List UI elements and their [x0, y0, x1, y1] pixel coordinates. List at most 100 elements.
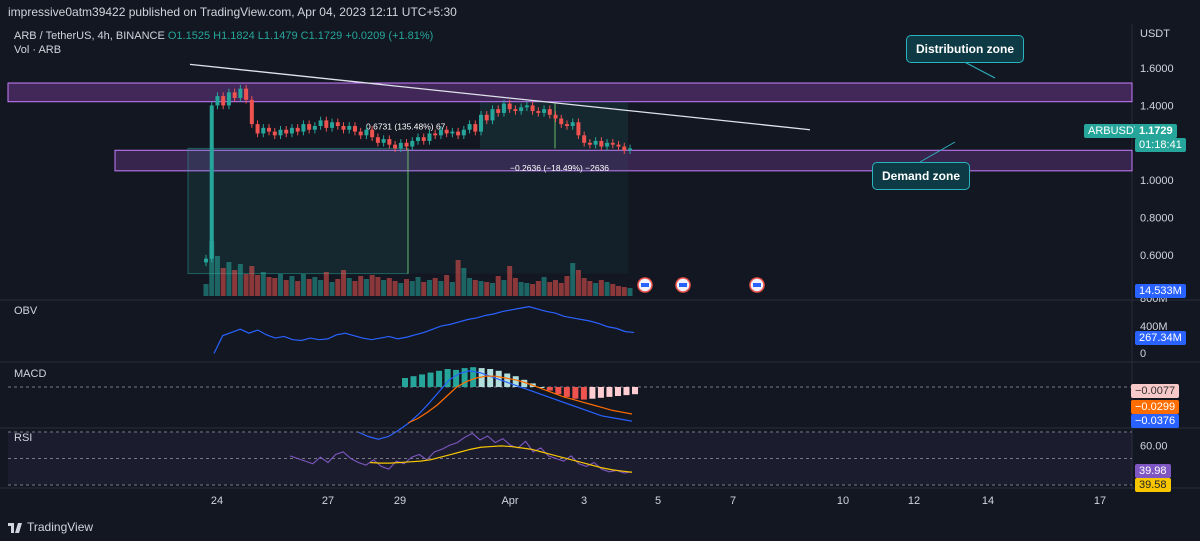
candle-body — [438, 129, 443, 136]
candle-body — [312, 125, 317, 130]
time-tick-label: 12 — [908, 495, 920, 507]
macd-histogram-bar — [419, 374, 426, 387]
candle-body — [416, 137, 420, 141]
macd-histogram-bar — [546, 387, 553, 391]
macd-hist-badge: −0.0077 — [1131, 384, 1180, 398]
volume-bar — [289, 276, 295, 296]
candle-body — [284, 129, 289, 134]
macd-histogram-bar — [436, 370, 443, 387]
volume-bar — [461, 268, 467, 296]
volume-bar — [593, 283, 599, 296]
candle-body — [398, 142, 403, 149]
obv-line — [213, 305, 635, 354]
volume-bar — [535, 281, 541, 296]
candle-body — [507, 103, 512, 110]
price-tick-label: 1.4000 — [1140, 100, 1174, 112]
volume-bar — [283, 280, 289, 296]
candle-body — [255, 124, 260, 134]
candle-body — [272, 131, 277, 136]
volume-bar — [260, 272, 266, 296]
demand-zone-callout: Demand zone — [872, 162, 971, 190]
volume-bar — [541, 277, 547, 296]
time-tick-label: 29 — [394, 495, 406, 507]
macd-histogram-bar — [402, 378, 408, 387]
candle-body — [553, 114, 558, 119]
volume-bar — [507, 266, 513, 296]
candle-body — [238, 88, 243, 98]
volume-bar — [363, 279, 369, 296]
candle-body — [513, 109, 518, 112]
volume-bar — [398, 283, 404, 296]
candle-body — [335, 122, 340, 126]
volume-bar — [358, 276, 364, 296]
candle-body — [421, 137, 426, 141]
volume-bar — [621, 287, 627, 296]
volume-bar — [581, 278, 587, 296]
volume-bar — [627, 288, 633, 296]
macd-histogram-bar — [563, 387, 570, 397]
time-tick-label: 3 — [581, 495, 587, 507]
volume-bar — [249, 266, 255, 296]
volume-bar — [455, 260, 461, 296]
candle-body — [467, 124, 472, 130]
chart-canvas[interactable]: 0.6731 (135.48%) 67 −0.2636 (−18.49%) −26… — [0, 0, 1200, 541]
volume-bar — [232, 270, 238, 296]
candle-body — [249, 99, 254, 125]
candle-body — [570, 122, 575, 126]
volume-bar — [312, 277, 318, 296]
macd-histogram-bar — [470, 367, 477, 387]
tradingview-logo[interactable]: TradingView — [8, 520, 93, 534]
volume-bar — [266, 277, 272, 296]
candle-body — [599, 140, 604, 147]
price-tick-label: 1.0000 — [1140, 175, 1174, 187]
price-tick-label: 1.6000 — [1140, 63, 1174, 75]
time-tick-label: 14 — [982, 495, 994, 507]
volume-bar — [570, 263, 576, 296]
volume-bar — [616, 286, 622, 296]
candle-body — [226, 92, 231, 106]
volume-bar — [564, 276, 570, 296]
tradingview-icon — [8, 522, 22, 533]
volume-bar — [300, 274, 306, 296]
event-flag-stripe — [753, 283, 761, 287]
time-tick-label: Apr — [501, 495, 518, 507]
price-tick-label: 0.6000 — [1140, 250, 1174, 262]
volume-bar — [575, 270, 581, 296]
volume-bar — [277, 274, 283, 296]
candle-body — [318, 120, 323, 126]
distribution-zone-callout: Distribution zone — [906, 35, 1024, 63]
rsi-tick-label: 60.00 — [1140, 440, 1168, 452]
volume-bar — [438, 281, 444, 296]
candle-body — [444, 129, 449, 134]
candle-body — [375, 137, 380, 143]
volume-bar — [449, 282, 455, 296]
macd-histogram-bar — [589, 387, 596, 399]
macd-histogram-bar — [572, 387, 579, 399]
volume-bar — [484, 282, 490, 296]
macd-label: MACD — [14, 368, 47, 380]
candle-body — [490, 109, 495, 121]
candle-body — [456, 131, 461, 136]
candle-body — [593, 140, 598, 145]
macd-histogram-bar — [487, 369, 494, 387]
candle-body — [547, 109, 552, 115]
time-tick-label: 17 — [1094, 495, 1106, 507]
volume-bar — [369, 275, 375, 296]
volume-bar — [392, 281, 398, 296]
candle-body — [524, 105, 529, 108]
candle-body — [204, 258, 208, 263]
volume-bar — [518, 282, 524, 296]
candle-body — [393, 144, 398, 149]
candle-body — [244, 88, 249, 100]
volume-badge: 14.533M — [1135, 284, 1186, 298]
candle-body — [479, 114, 484, 132]
volume-bar — [203, 284, 209, 296]
candle-body — [582, 135, 587, 143]
volume-bar — [547, 282, 553, 296]
volume-bar — [404, 279, 410, 296]
candle-body — [341, 125, 346, 130]
candle-body — [427, 133, 432, 141]
event-flag-stripe — [679, 283, 687, 287]
candle-body — [410, 140, 415, 147]
volume-bar — [432, 278, 438, 296]
